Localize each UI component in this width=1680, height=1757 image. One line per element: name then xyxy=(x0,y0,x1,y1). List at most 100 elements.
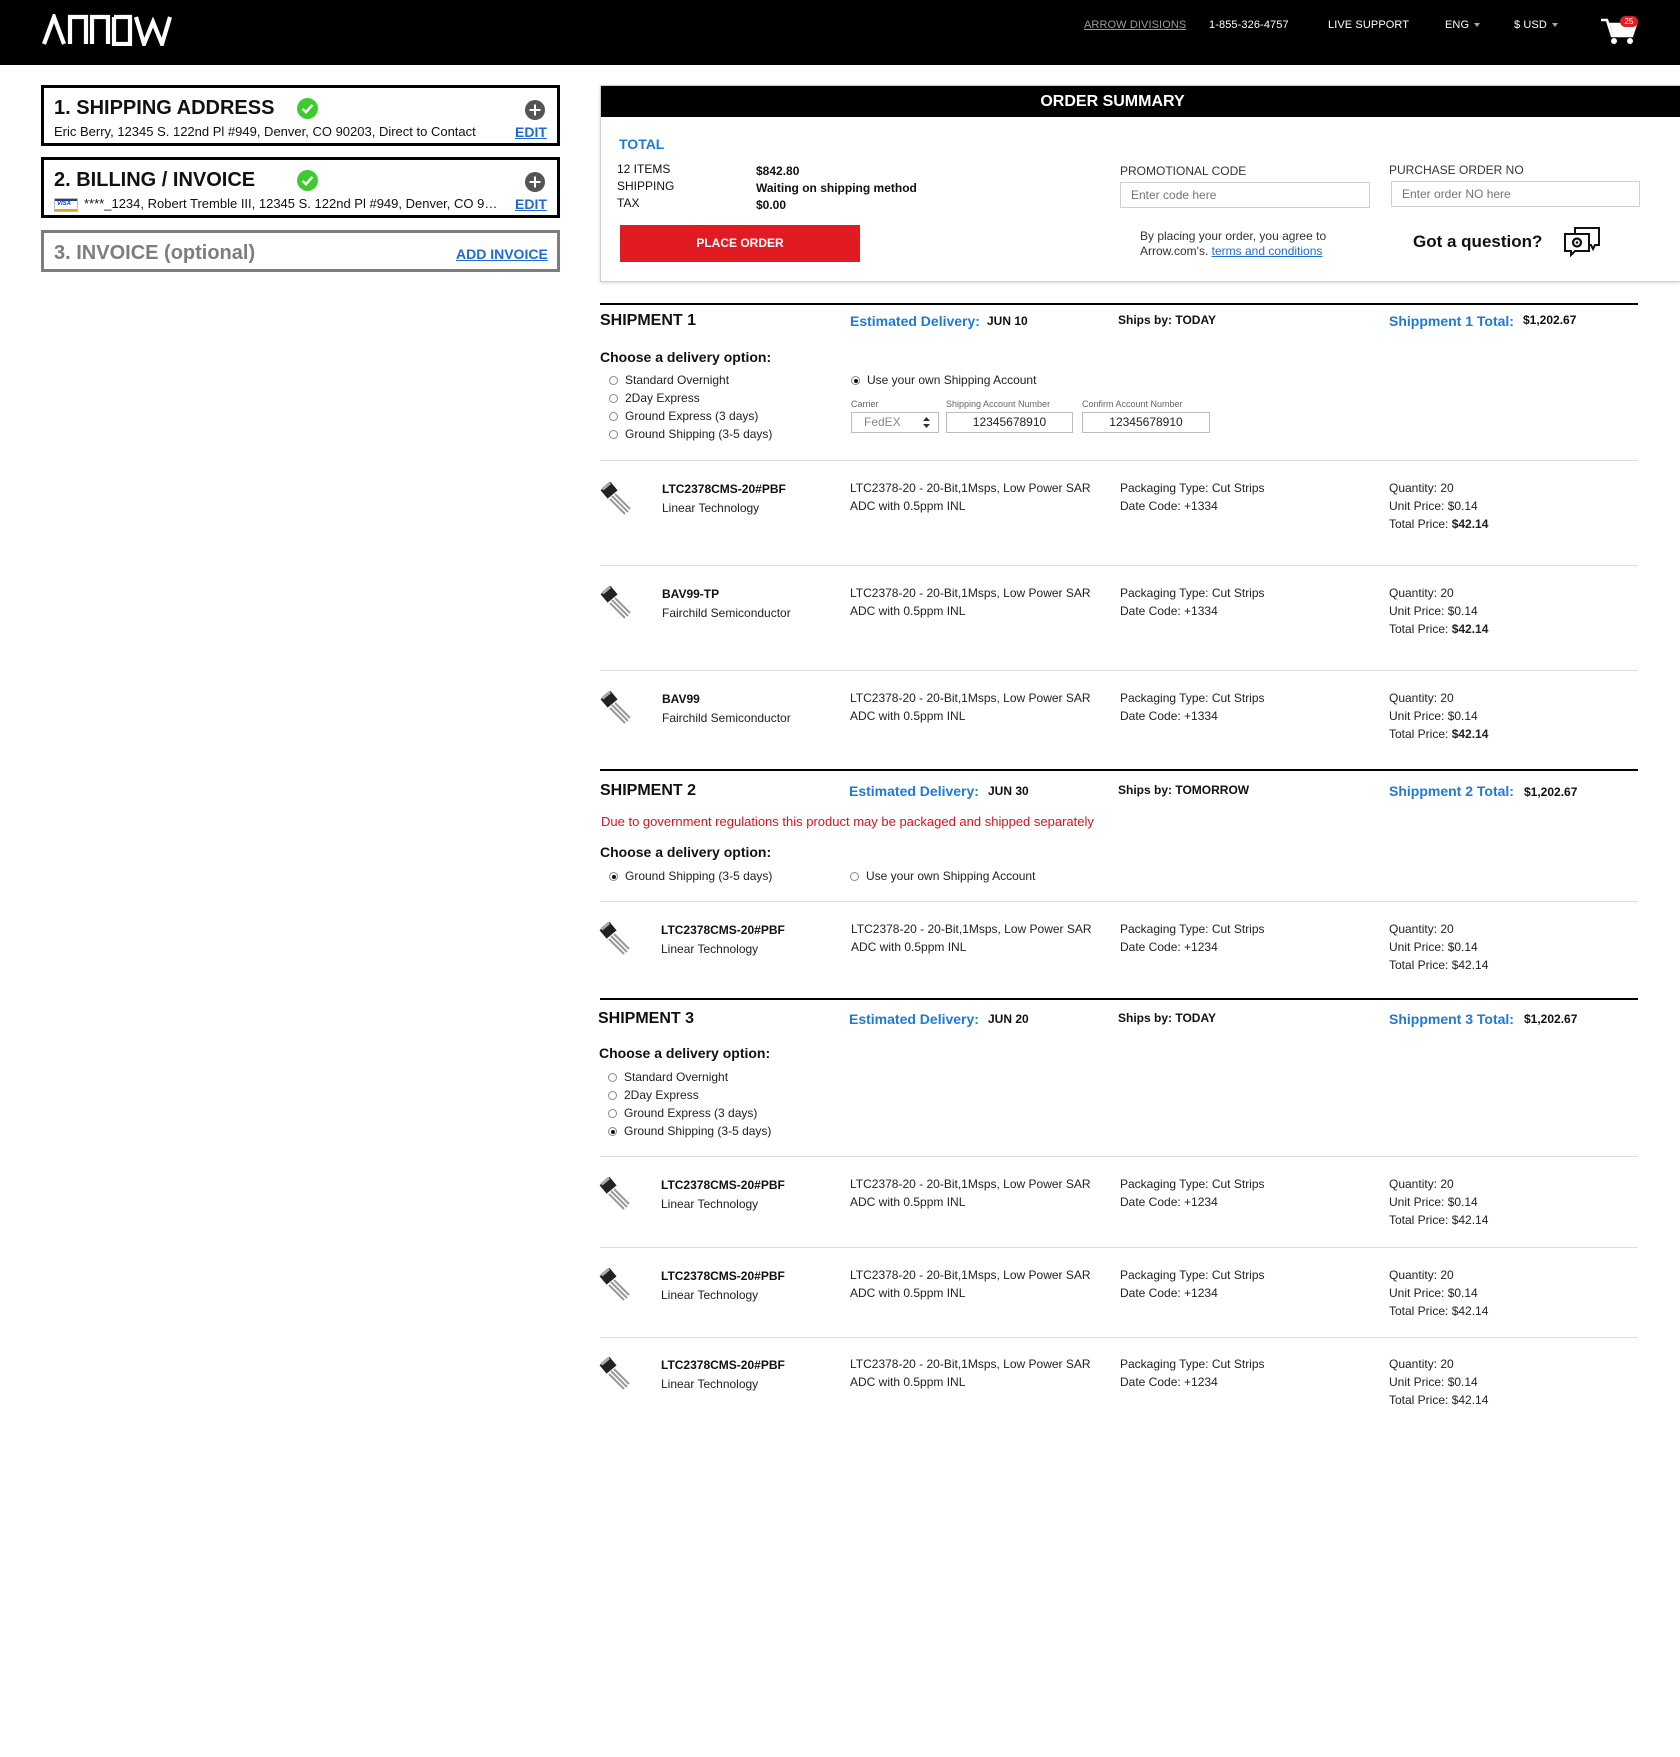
promo-code-label: PROMOTIONAL CODE xyxy=(1120,164,1247,178)
arrow-logo[interactable] xyxy=(42,14,174,46)
radio-button[interactable] xyxy=(609,412,618,421)
terms-link[interactable]: terms and conditions xyxy=(1212,244,1323,258)
edit-billing-link[interactable]: EDIT xyxy=(515,196,547,212)
shipping-value: Waiting on shipping method xyxy=(756,181,917,195)
product-description: LTC2378-20 - 20-Bit,1Msps, Low Power SAR… xyxy=(850,1357,1091,1389)
delivery-option-ground-express[interactable]: Ground Express (3 days) xyxy=(609,409,758,423)
product-description: LTC2378-20 - 20-Bit,1Msps, Low Power SAR… xyxy=(850,691,1091,723)
manufacturer: Linear Technology xyxy=(661,1377,759,1391)
radio-button-selected[interactable] xyxy=(609,872,618,881)
packaging-info: Packaging Type: Cut Strips Date Code: +13… xyxy=(1120,481,1265,513)
purchase-order-input[interactable] xyxy=(1391,181,1640,207)
delivery-option-2day-express[interactable]: 2Day Express xyxy=(608,1088,699,1102)
transistor-icon xyxy=(599,921,630,955)
price-info: Quantity: 20 Unit Price: $0.14 Total Price… xyxy=(1389,1268,1489,1318)
radio-button[interactable] xyxy=(609,430,618,439)
chat-bubbles-icon[interactable] xyxy=(1563,225,1601,257)
radio-button[interactable] xyxy=(609,394,618,403)
transistor-icon xyxy=(599,1267,630,1301)
arrow-divisions-link[interactable]: ARROW DIVISIONS xyxy=(1084,19,1186,31)
row-divider xyxy=(600,670,1638,671)
delivery-option-heading: Choose a delivery option: xyxy=(600,844,772,860)
billing-invoice-title: 2. BILLING / INVOICE xyxy=(54,169,256,191)
packaging-info: Packaging Type: Cut Strips Date Code: +12… xyxy=(1120,1177,1265,1209)
place-order-button[interactable]: PLACE ORDER xyxy=(620,225,860,262)
delivery-date: JUN 20 xyxy=(988,1012,1029,1026)
edit-shipping-link[interactable]: EDIT xyxy=(515,124,547,140)
top-navigation-bar: ARROW DIVISIONS 1-855-326-4757 LIVE SUPP… xyxy=(0,0,1680,65)
order-summary-heading: ORDER SUMMARY xyxy=(601,86,1680,117)
add-invoice-link[interactable]: ADD INVOICE xyxy=(456,246,548,262)
radio-button[interactable] xyxy=(850,872,859,881)
terms-prefix: Arrow.com's. xyxy=(1140,244,1209,258)
row-divider xyxy=(600,1337,1638,1338)
manufacturer: Linear Technology xyxy=(661,1288,759,1302)
part-number[interactable]: LTC2378CMS-20#PBF xyxy=(661,923,785,937)
part-number[interactable]: LTC2378CMS-20#PBF xyxy=(662,482,786,496)
delivery-option-heading: Choose a delivery option: xyxy=(600,349,772,365)
plus-circle-icon[interactable] xyxy=(525,100,545,120)
radio-button[interactable] xyxy=(608,1109,617,1118)
items-value: $842.80 xyxy=(756,164,800,178)
own-shipping-account-option[interactable]: Use your own Shipping Account xyxy=(851,373,1036,387)
packaging-info: Packaging Type: Cut Strips Date Code: +12… xyxy=(1120,922,1265,954)
shipment-divider xyxy=(600,998,1638,1000)
question-heading[interactable]: Got a question? xyxy=(1413,232,1542,252)
carrier-select[interactable]: FedEX xyxy=(851,412,939,433)
items-label: 12 ITEMS xyxy=(617,162,671,176)
invoice-title: 3. INVOICE (optional) xyxy=(54,242,256,264)
transistor-icon xyxy=(599,1176,630,1210)
plus-circle-icon[interactable] xyxy=(525,172,545,192)
shipment-total-label: Shippment 2 Total: xyxy=(1389,783,1514,799)
delivery-option-ground-shipping[interactable]: Ground Shipping (3-5 days) xyxy=(609,869,772,883)
check-circle-icon xyxy=(297,170,318,191)
packaging-info: Packaging Type: Cut Strips Date Code: +13… xyxy=(1120,586,1265,618)
price-info: Quantity: 20 Unit Price: $0.14 Total Price… xyxy=(1389,691,1489,741)
row-divider xyxy=(600,565,1638,566)
shipment-divider xyxy=(600,303,1638,305)
confirm-account-input[interactable]: 12345678910 xyxy=(1082,412,1210,433)
shipping-account-input[interactable]: 12345678910 xyxy=(946,412,1073,433)
promo-code-input[interactable] xyxy=(1120,182,1370,208)
part-number[interactable]: BAV99 xyxy=(662,692,700,706)
ships-by: Ships by: TODAY xyxy=(1118,313,1217,327)
shipment-total-label: Shippment 1 Total: xyxy=(1389,313,1514,329)
ships-by: Ships by: TOMORROW xyxy=(1118,783,1250,797)
delivery-option-standard-overnight[interactable]: Standard Overnight xyxy=(609,373,729,387)
billing-detail-text: ****_1234, Robert Tremble III, 12345 S. … xyxy=(84,196,499,211)
phone-number[interactable]: 1-855-326-4757 xyxy=(1209,19,1289,31)
live-support-link[interactable]: LIVE SUPPORT xyxy=(1328,19,1409,31)
packaging-info: Packaging Type: Cut Strips Date Code: +12… xyxy=(1120,1268,1265,1300)
part-number[interactable]: LTC2378CMS-20#PBF xyxy=(661,1178,785,1192)
product-description: LTC2378-20 - 20-Bit,1Msps, Low Power SAR… xyxy=(850,586,1091,618)
ships-by: Ships by: TODAY xyxy=(1118,1011,1217,1025)
delivery-option-ground-express[interactable]: Ground Express (3 days) xyxy=(608,1106,757,1120)
transistor-icon xyxy=(600,690,631,724)
part-number[interactable]: LTC2378CMS-20#PBF xyxy=(661,1358,785,1372)
shipment-total-value: $1,202.67 xyxy=(1524,1012,1578,1026)
part-number[interactable]: BAV99-TP xyxy=(662,587,719,601)
row-divider xyxy=(600,901,1638,902)
delivery-option-ground-shipping[interactable]: Ground Shipping (3-5 days) xyxy=(609,427,772,441)
radio-button-selected[interactable] xyxy=(608,1127,617,1136)
radio-button[interactable] xyxy=(608,1073,617,1082)
terms-line-1: By placing your order, you agree to xyxy=(1140,229,1327,243)
manufacturer: Fairchild Semiconductor xyxy=(662,711,791,725)
select-arrows-icon xyxy=(923,417,930,428)
product-description: LTC2378-20 - 20-Bit,1Msps, Low Power SAR… xyxy=(850,481,1091,513)
manufacturer: Linear Technology xyxy=(661,1197,759,1211)
delivery-option-2day-express[interactable]: 2Day Express xyxy=(609,391,700,405)
currency-selector[interactable]: $ USD xyxy=(1514,19,1558,31)
delivery-option-standard-overnight[interactable]: Standard Overnight xyxy=(608,1070,728,1084)
radio-button[interactable] xyxy=(609,376,618,385)
billing-detail: VISA ****_1234, Robert Tremble III, 12345… xyxy=(54,196,499,212)
visa-card-icon: VISA xyxy=(54,197,78,212)
own-shipping-account-option[interactable]: Use your own Shipping Account xyxy=(850,869,1035,883)
delivery-option-ground-shipping[interactable]: Ground Shipping (3-5 days) xyxy=(608,1124,771,1138)
price-info: Quantity: 20 Unit Price: $0.14 Total Price… xyxy=(1389,1177,1489,1227)
estimated-delivery-label: Estimated Delivery: xyxy=(849,1011,979,1027)
language-selector[interactable]: ENG xyxy=(1445,19,1481,31)
radio-button[interactable] xyxy=(608,1091,617,1100)
part-number[interactable]: LTC2378CMS-20#PBF xyxy=(661,1269,785,1283)
radio-button-selected[interactable] xyxy=(851,376,860,385)
